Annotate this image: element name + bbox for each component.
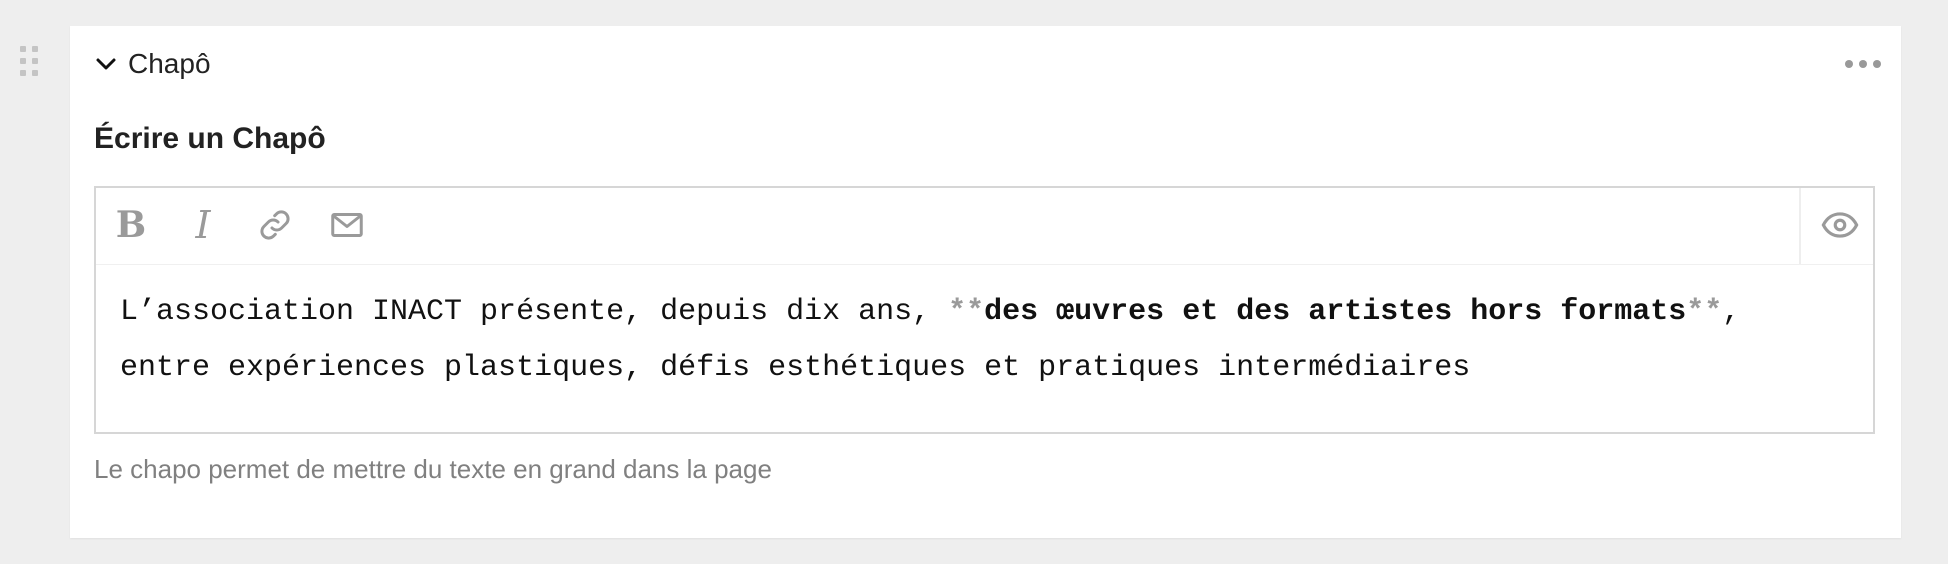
eye-icon — [1821, 212, 1859, 238]
drag-dot — [20, 70, 26, 76]
link-icon — [260, 210, 290, 240]
text-plain: L’association INACT présente, depuis dix… — [120, 295, 949, 329]
editor-toolbar: B I — [96, 188, 1873, 265]
italic-button[interactable]: I — [180, 202, 226, 248]
preview-button[interactable] — [1817, 202, 1863, 248]
text-bold: des œuvres et des artistes hors formats — [984, 295, 1687, 329]
more-dot — [1845, 60, 1853, 68]
editor-textarea[interactable]: L’association INACT présente, depuis dix… — [120, 284, 1853, 396]
italic-icon: I — [195, 203, 211, 247]
field-label: Écrire un Chapô — [94, 122, 326, 155]
more-options-button[interactable] — [1845, 56, 1881, 72]
block-card: Chapô Écrire un Chapô B I L’association … — [70, 26, 1901, 538]
bold-button[interactable]: B — [108, 202, 154, 248]
drag-handle[interactable] — [20, 46, 42, 80]
email-icon — [331, 213, 363, 237]
block-toggle[interactable]: Chapô — [94, 46, 211, 82]
more-dot — [1873, 60, 1881, 68]
drag-dot — [20, 46, 26, 52]
markdown-editor: B I L’association INACT présente, depuis… — [94, 186, 1875, 434]
more-dot — [1859, 60, 1867, 68]
drag-dot — [32, 58, 38, 64]
drag-dot — [32, 46, 38, 52]
chevron-down-icon — [96, 58, 116, 70]
block-title: Chapô — [128, 48, 211, 79]
field-help-text: Le chapo permet de mettre du texte en gr… — [94, 454, 772, 484]
drag-dot — [20, 58, 26, 64]
link-button[interactable] — [252, 202, 298, 248]
email-button[interactable] — [324, 202, 370, 248]
markdown-bold-marker: ** — [1686, 295, 1723, 329]
bold-icon: B — [115, 204, 147, 246]
toolbar-divider — [1799, 188, 1801, 264]
markdown-bold-marker: ** — [948, 295, 985, 329]
drag-dot — [32, 70, 38, 76]
